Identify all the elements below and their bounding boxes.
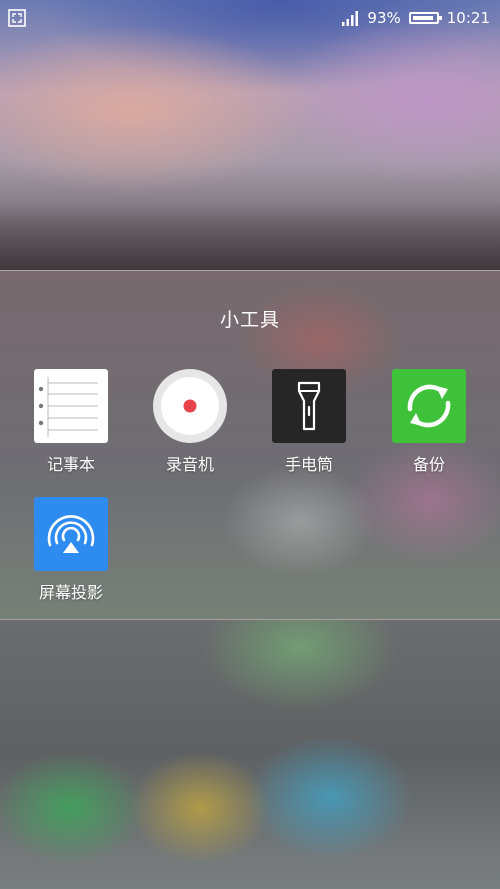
screenshot-frame-icon [8,9,26,27]
app-backup[interactable]: 备份 [374,369,484,475]
wallpaper-bottom [0,618,500,889]
battery-icon [408,12,442,24]
battery-level-fill [412,16,434,20]
backup-sync-icon [392,369,466,443]
app-label-screen-cast: 屏幕投影 [38,583,103,602]
app-recorder[interactable]: 录音机 [135,369,245,475]
app-flashlight[interactable]: 手电筒 [254,369,364,475]
battery-percent: 93% [367,9,401,27]
clock-time: 10:21 [446,9,490,27]
screen-cast-icon [34,497,108,571]
notepad-icon [34,369,108,443]
app-label-flashlight: 手电筒 [284,455,333,474]
app-notepad[interactable]: 记事本 [16,369,126,475]
status-bar: 93% 10:21 [0,0,500,36]
folder-title: 小工具 [219,309,280,331]
app-label-backup: 备份 [412,455,445,474]
app-label-recorder: 录音机 [165,455,214,474]
app-screen-cast[interactable]: 屏幕投影 [16,497,126,603]
flashlight-icon [272,369,346,443]
signal-bars-icon [342,11,359,26]
wallpaper-top [0,0,500,270]
app-label-notepad: 记事本 [46,455,95,474]
recorder-icon [153,369,227,443]
